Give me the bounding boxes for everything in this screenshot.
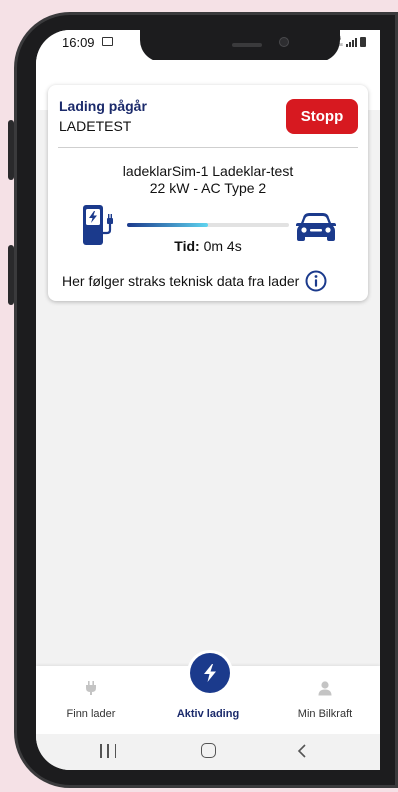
stop-charging-button[interactable]: Stopp bbox=[286, 99, 358, 134]
card-divider bbox=[58, 147, 358, 148]
back-button[interactable] bbox=[294, 742, 312, 760]
camera-notch bbox=[140, 30, 340, 62]
person-icon bbox=[318, 681, 332, 696]
nav-tab-profile[interactable]: Min Bilkraft bbox=[270, 666, 380, 734]
plug-icon bbox=[86, 681, 96, 695]
recent-apps-button[interactable] bbox=[100, 744, 116, 758]
phone-screen: 16:09 4G VoLTE Lading pågår LADETEST Sto… bbox=[36, 30, 380, 770]
charger-name: ladeklarSim-1 Ladeklar-test bbox=[122, 163, 294, 179]
technical-data-text: Her følger straks teknisk data fra lader bbox=[62, 273, 300, 289]
elapsed-time: Tid: 0m 4s bbox=[48, 238, 368, 254]
charging-progress-fill bbox=[127, 223, 208, 227]
elapsed-time-value: 0m 4s bbox=[203, 238, 242, 254]
nav-tab-active-charging[interactable]: Aktiv lading bbox=[153, 650, 263, 734]
battery-icon bbox=[360, 37, 366, 47]
nav-active-button[interactable] bbox=[190, 653, 230, 693]
charging-progress-track bbox=[127, 223, 289, 227]
home-button[interactable] bbox=[201, 743, 216, 758]
status-time: 16:09 bbox=[62, 35, 95, 50]
signal-icon bbox=[346, 37, 357, 47]
charging-session-card: Lading pågår LADETEST Stopp ladeklarSim-… bbox=[48, 85, 368, 301]
nav-label-active-charging: Aktiv lading bbox=[176, 708, 240, 720]
session-title: Lading pågår bbox=[59, 98, 147, 114]
nav-label-find-charger: Finn lader bbox=[66, 708, 116, 720]
charger-spec: 22 kW - AC Type 2 bbox=[149, 180, 267, 196]
technical-data-row: Her følger straks teknisk data fra lader bbox=[62, 270, 327, 292]
elapsed-time-label: Tid: bbox=[174, 238, 200, 254]
session-subtitle: LADETEST bbox=[59, 118, 132, 134]
front-camera bbox=[279, 37, 289, 47]
nav-tab-find-charger[interactable]: Finn lader bbox=[36, 666, 146, 734]
info-icon[interactable] bbox=[305, 270, 327, 292]
nav-label-profile: Min Bilkraft bbox=[297, 708, 353, 720]
bottom-navigation: Finn lader Aktiv lading Min Bilkraft bbox=[36, 650, 380, 734]
gallery-notification-icon bbox=[102, 37, 113, 46]
earpiece-speaker bbox=[232, 43, 262, 47]
system-navigation-bar bbox=[36, 734, 380, 770]
bolt-icon bbox=[204, 664, 216, 682]
